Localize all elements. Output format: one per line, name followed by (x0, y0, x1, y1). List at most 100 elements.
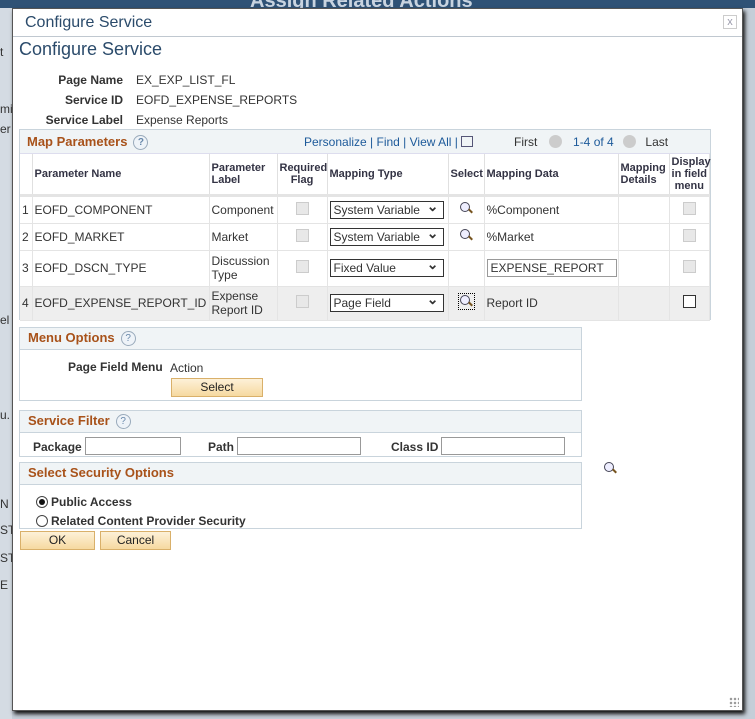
column-header: Parameter Label (209, 154, 278, 197)
last-label: Last (645, 135, 669, 149)
background-text-fragment: N (0, 497, 9, 511)
table-row: 2 EOFD_MARKET Market System Variable %Ma… (20, 223, 710, 251)
required-flag-checkbox (295, 228, 309, 242)
security-option-label: Public Access (51, 495, 132, 509)
service-filter-section: Service Filter? Package Path Class ID (19, 410, 614, 472)
map-parameters-title: Map Parameters (27, 134, 128, 149)
row-number: 4 (20, 286, 33, 321)
column-header: Required Flag (277, 154, 328, 197)
background-text-fragment: el (0, 313, 10, 327)
table-row: 4 EOFD_EXPENSE_REPORT_ID Expense Report … (20, 286, 710, 321)
close-icon[interactable]: x (723, 15, 737, 29)
field-label: Page Name (58, 73, 123, 87)
mapping-data-input[interactable]: EXPENSE_REPORT (486, 259, 617, 277)
radio-button[interactable] (36, 515, 48, 527)
field-value: Expense Reports (136, 113, 229, 127)
mapping-data-value: %Component (486, 202, 560, 217)
path-label: Path (208, 440, 235, 454)
help-icon[interactable]: ? (115, 414, 131, 430)
column-header: Mapping Type (327, 154, 449, 197)
field-label: Service Label (45, 113, 123, 127)
field-value: EX_EXP_LIST_FL (136, 73, 236, 87)
mapping-type-select[interactable]: System Variable (329, 225, 444, 246)
find-link[interactable]: Find (377, 135, 400, 149)
help-icon[interactable]: ? (133, 135, 149, 151)
parameter-label: Expense Report ID (209, 286, 278, 321)
mapping-details (618, 195, 670, 224)
parameter-name: EOFD_MARKET (32, 223, 210, 251)
mapping-type-select[interactable]: Fixed Value (329, 256, 444, 277)
background-text-fragment: er (0, 122, 11, 136)
parameter-label: Discussion Type (209, 250, 278, 287)
column-header: Mapping Data (484, 154, 619, 197)
select-lookup-icon[interactable] (459, 228, 474, 243)
security-option[interactable]: Related Content Provider Security (36, 512, 246, 531)
background-text-fragment: mi (0, 102, 12, 116)
row-number: 2 (20, 223, 33, 251)
menu-options-title: Menu Options (28, 330, 115, 345)
configure-service-dialog: Configure Service x Configure Service Pa… (12, 8, 743, 711)
background-text-fragment: E (0, 578, 9, 592)
new-window-icon[interactable] (461, 136, 474, 147)
class-id-lookup-icon[interactable] (603, 461, 618, 476)
page-field-menu-value: Action (170, 361, 204, 375)
next-icon[interactable] (623, 135, 637, 148)
select-button[interactable]: Select (171, 378, 263, 397)
select-lookup-icon[interactable] (459, 201, 474, 216)
required-flag-checkbox (295, 201, 309, 215)
ok-button[interactable]: OK (20, 531, 95, 550)
class-id-label: Class ID (391, 440, 439, 454)
table-row: 3 EOFD_DSCN_TYPE Discussion Type Fixed V… (20, 250, 710, 287)
background-header: Assign Related Actions (0, 0, 755, 8)
column-header: Parameter Name (32, 154, 210, 197)
mapping-type-select[interactable]: System Variable (329, 198, 444, 219)
display-in-field-menu-checkbox (682, 260, 696, 273)
background-text-fragment: u. (0, 408, 11, 422)
path-input[interactable] (237, 437, 361, 455)
security-options-section: Select Security Options Public Access Rel… (19, 462, 582, 529)
map-parameters-grid: Map Parameters? Personalize | Find | Vie… (19, 129, 711, 321)
menu-options-section: Menu Options? Page Field Menu Action Sel… (19, 327, 582, 401)
mapping-data-value: Report ID (486, 296, 538, 310)
resize-handle[interactable] (729, 697, 739, 707)
display-in-field-menu-checkbox (682, 201, 696, 215)
cancel-button[interactable]: Cancel (100, 531, 171, 550)
package-input[interactable] (85, 437, 181, 455)
background-text-fragment: ST (0, 523, 12, 537)
personalize-link[interactable]: Personalize (304, 135, 367, 149)
display-in-field-menu-checkbox[interactable] (682, 295, 696, 308)
security-options-title: Select Security Options (28, 465, 174, 480)
dialog-titlebar[interactable]: Configure Service x (13, 9, 742, 37)
background-text-fragment: t (0, 45, 4, 59)
security-option-label: Related Content Provider Security (51, 514, 246, 528)
field-label: Service ID (64, 93, 123, 107)
parameter-label: Component (209, 195, 278, 224)
help-icon[interactable]: ? (120, 331, 136, 347)
mapping-type-select[interactable]: Page Field (329, 291, 444, 312)
previous-icon[interactable] (548, 135, 562, 148)
background-title: Assign Related Actions (250, 0, 473, 8)
mapping-details (618, 286, 670, 321)
parameter-name: EOFD_EXPENSE_REPORT_ID (32, 286, 210, 321)
column-header: Select (448, 154, 485, 197)
display-in-field-menu-checkbox (682, 228, 696, 242)
page-field-menu-label: Page Field Menu (68, 360, 163, 374)
parameter-name: EOFD_COMPONENT (32, 195, 210, 224)
select-lookup-icon[interactable] (457, 293, 475, 310)
background-text-fragment: ST (0, 551, 12, 565)
mapping-details (618, 223, 670, 251)
required-flag-checkbox (295, 260, 309, 273)
service-filter-title: Service Filter (28, 413, 110, 428)
mapping-data-value: %Market (486, 229, 534, 244)
parameters-table: Parameter Name Parameter Label Required Fl… (20, 154, 711, 321)
class-id-input[interactable] (441, 437, 565, 455)
field-value: EOFD_EXPENSE_REPORTS (136, 93, 298, 107)
security-option[interactable]: Public Access (36, 493, 246, 512)
range-label: 1-4 of 4 (573, 135, 614, 149)
radio-button[interactable] (36, 496, 48, 508)
page-title: Configure Service (19, 39, 163, 59)
row-number: 3 (20, 250, 33, 287)
view-all-link[interactable]: View All (410, 135, 452, 149)
parameter-label: Market (209, 223, 278, 251)
table-row: 1 EOFD_COMPONENT Component System Variab… (20, 195, 710, 224)
